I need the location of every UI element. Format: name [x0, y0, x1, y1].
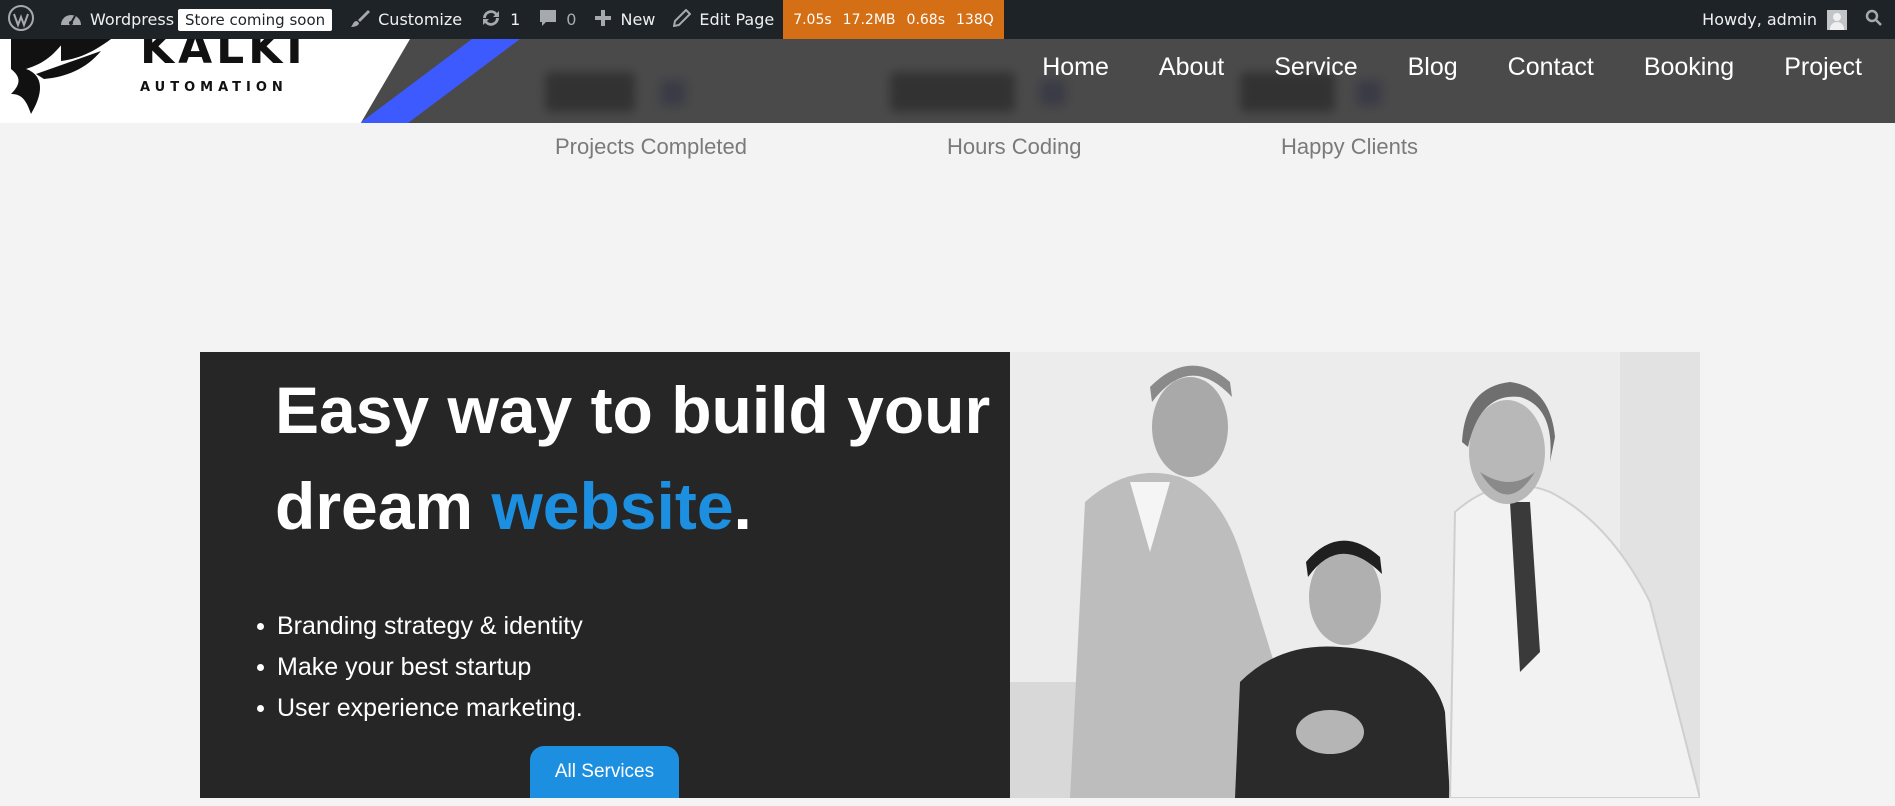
updates-link[interactable]: 1 — [471, 0, 529, 39]
hero-title-line1: Easy way to build your — [275, 373, 991, 447]
logo[interactable]: KALKI AUTOMATION — [0, 39, 410, 123]
hero-text-panel: Easy way to build your dream website. Br… — [200, 352, 1010, 798]
comments-link[interactable]: 0 — [529, 0, 585, 39]
hero-title-end: . — [733, 469, 752, 543]
comments-count: 0 — [566, 10, 577, 29]
nav-about[interactable]: About — [1134, 53, 1249, 82]
comment-icon — [538, 8, 566, 32]
nav-booking[interactable]: Booking — [1619, 53, 1759, 82]
list-item: Make your best startup — [257, 647, 583, 688]
edit-page-label: Edit Page — [699, 10, 775, 29]
wp-logo-menu[interactable] — [0, 0, 51, 39]
hero-bullet-list: Branding strategy & identity Make your b… — [257, 606, 583, 729]
avatar — [1827, 9, 1847, 30]
team-photo-illustration — [1010, 352, 1700, 798]
perf-queries: 138Q — [956, 11, 994, 28]
howdy-text: Howdy, admin — [1702, 10, 1817, 29]
site-name-menu[interactable]: Wordpress Store coming soon — [51, 0, 341, 39]
list-item: Branding strategy & identity — [257, 606, 583, 647]
customize-label: Customize — [378, 10, 463, 29]
hero-title-accent: website — [491, 469, 734, 543]
team-photo — [1010, 352, 1700, 798]
all-services-button[interactable]: All Services — [530, 746, 679, 798]
admin-search[interactable] — [1856, 0, 1895, 39]
logo-subtext: AUTOMATION — [140, 80, 288, 95]
hero-title-line2: dream — [275, 469, 492, 543]
brush-icon — [350, 8, 378, 32]
nav-project[interactable]: Project — [1759, 53, 1895, 82]
stat-label-projects: Projects Completed — [555, 134, 747, 159]
main-nav: Home About Service Blog Contact Booking … — [1017, 39, 1895, 95]
hero-title: Easy way to build your dream website. — [275, 362, 1005, 554]
plus-icon — [594, 9, 620, 31]
nav-contact[interactable]: Contact — [1483, 53, 1619, 82]
dashboard-icon — [60, 9, 90, 31]
updates-count: 1 — [510, 10, 521, 29]
edit-page-link[interactable]: Edit Page — [664, 0, 783, 39]
perf-memory: 17.2MB — [842, 11, 896, 28]
new-content-menu[interactable]: New — [585, 0, 664, 39]
stat-label-hours: Hours Coding — [947, 134, 1082, 159]
site-header: KALKI AUTOMATION Home About Service Blog… — [0, 39, 1895, 123]
list-item: User experience marketing. — [257, 688, 583, 729]
admin-bar-right: Howdy, admin — [1693, 0, 1895, 39]
wordpress-icon — [8, 4, 42, 35]
perf-time: 7.05s — [793, 11, 832, 28]
nav-service[interactable]: Service — [1249, 53, 1382, 82]
search-icon — [1865, 9, 1883, 31]
customize-link[interactable]: Customize — [341, 0, 471, 39]
updates-icon — [480, 8, 510, 32]
stat-label-clients: Happy Clients — [1281, 134, 1418, 159]
my-account-menu[interactable]: Howdy, admin — [1693, 0, 1856, 39]
new-label: New — [620, 10, 656, 29]
query-monitor-stats[interactable]: 7.05s 17.2MB 0.68s 138Q — [783, 0, 1004, 39]
logo-wing-icon — [6, 39, 116, 123]
nav-home[interactable]: Home — [1017, 53, 1134, 82]
site-name: Wordpress — [90, 10, 175, 29]
store-coming-soon-badge[interactable]: Store coming soon — [178, 8, 333, 31]
nav-blog[interactable]: Blog — [1383, 53, 1483, 82]
admin-bar: Wordpress Store coming soon Customize 1 … — [0, 0, 1895, 39]
pencil-icon — [673, 8, 699, 31]
perf-query-time: 0.68s — [906, 11, 945, 28]
hero-section: Easy way to build your dream website. Br… — [200, 352, 1700, 798]
